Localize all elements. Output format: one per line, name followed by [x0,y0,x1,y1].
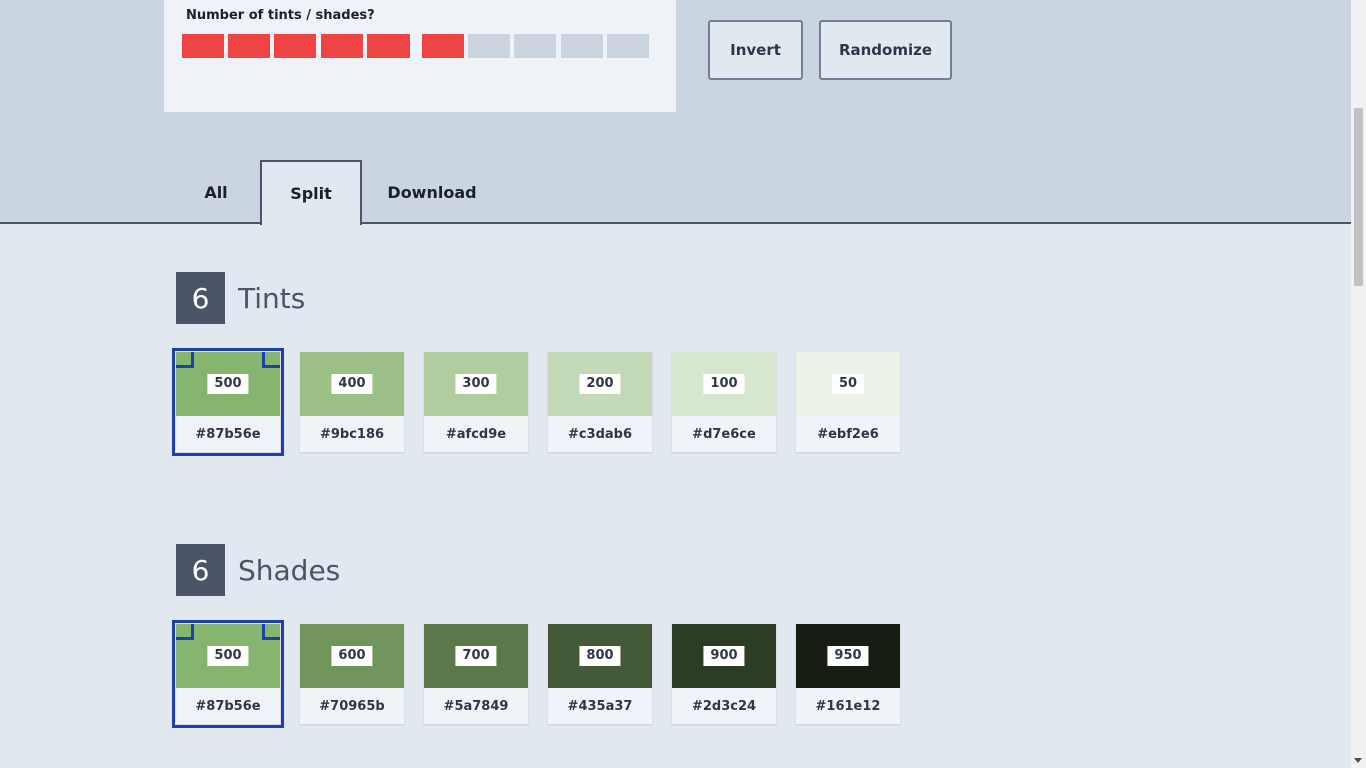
count-option-1[interactable] [182,34,224,58]
count-option-5[interactable] [367,34,410,58]
shades-swatch-950[interactable]: 950 #161e12 [796,624,900,724]
shades-swatch-500[interactable]: 500 #87b56e [172,620,284,728]
shades-swatch-600[interactable]: 600 #70965b [300,624,404,724]
scroll-down-arrow-icon[interactable] [1354,758,1362,763]
tints-swatch-200[interactable]: 200 #c3dab6 [548,352,652,452]
invert-button[interactable]: Invert [708,20,803,80]
tab-download[interactable]: Download [380,160,484,224]
count-option-4[interactable] [321,34,363,58]
swatch-hex-label: #70965b [319,698,385,714]
swatch-weight-label: 200 [579,374,621,394]
tints-swatch-100[interactable]: 100 #d7e6ce [672,352,776,452]
randomize-button[interactable]: Randomize [819,20,952,80]
swatch-weight-label: 400 [331,374,373,394]
swatch-weight-label: 600 [331,646,373,666]
swatch-hex-label: #afcd9e [445,426,507,442]
swatch-weight-label: 500 [207,374,249,394]
swatch-hex-label: #ebf2e6 [817,426,879,442]
count-option-3[interactable] [274,34,316,58]
tints-swatch-500[interactable]: 500 #87b56e [172,348,284,456]
shades-swatch-900[interactable]: 900 #2d3c24 [672,624,776,724]
selection-corner-right [262,624,280,640]
swatch-hex-label: #d7e6ce [692,426,756,442]
shades-count-badge: 6 [176,544,225,596]
swatch-weight-label: 900 [703,646,745,666]
count-option-9[interactable] [561,34,603,58]
swatch-weight-label: 100 [703,374,745,394]
count-option-6[interactable] [422,34,464,58]
count-option-10[interactable] [607,34,649,58]
count-option-8[interactable] [514,34,556,58]
selection-corner-left [176,352,194,368]
swatch-hex-label: #5a7849 [443,698,509,714]
swatch-weight-label: 50 [831,374,865,394]
count-panel: Number of tints / shades? [164,0,676,112]
swatch-hex-label: #435a37 [567,698,633,714]
tints-swatch-50[interactable]: 50 #ebf2e6 [796,352,900,452]
shades-swatch-800[interactable]: 800 #435a37 [548,624,652,724]
tints-swatch-400[interactable]: 400 #9bc186 [300,352,404,452]
tints-count-badge: 6 [176,272,225,324]
swatch-hex-label: #87b56e [195,426,261,442]
swatch-hex-label: #9bc186 [319,426,385,442]
swatch-hex-label: #c3dab6 [567,426,633,442]
tints-header: 6 Tints [176,272,305,324]
scrollbar-thumb[interactable] [1354,108,1363,286]
swatch-hex-label: #87b56e [195,698,261,714]
shades-title: Shades [238,553,341,587]
tab-all[interactable]: All [176,160,256,224]
swatch-weight-label: 300 [455,374,497,394]
page-scrollbar[interactable] [1351,0,1366,768]
tab-split[interactable]: Split [260,160,362,225]
count-option-7[interactable] [468,34,510,58]
swatch-weight-label: 950 [827,646,869,666]
swatch-weight-label: 700 [455,646,497,666]
shades-swatch-700[interactable]: 700 #5a7849 [424,624,528,724]
selection-corner-left [176,624,194,640]
count-label: Number of tints / shades? [186,8,375,23]
swatch-weight-label: 500 [207,646,249,666]
swatch-hex-label: #2d3c24 [691,698,757,714]
tints-title: Tints [238,281,306,315]
swatch-hex-label: #161e12 [815,698,881,714]
count-option-2[interactable] [228,34,270,58]
shades-header: 6 Shades [176,544,340,596]
selection-corner-right [262,352,280,368]
swatch-weight-label: 800 [579,646,621,666]
tints-swatch-300[interactable]: 300 #afcd9e [424,352,528,452]
